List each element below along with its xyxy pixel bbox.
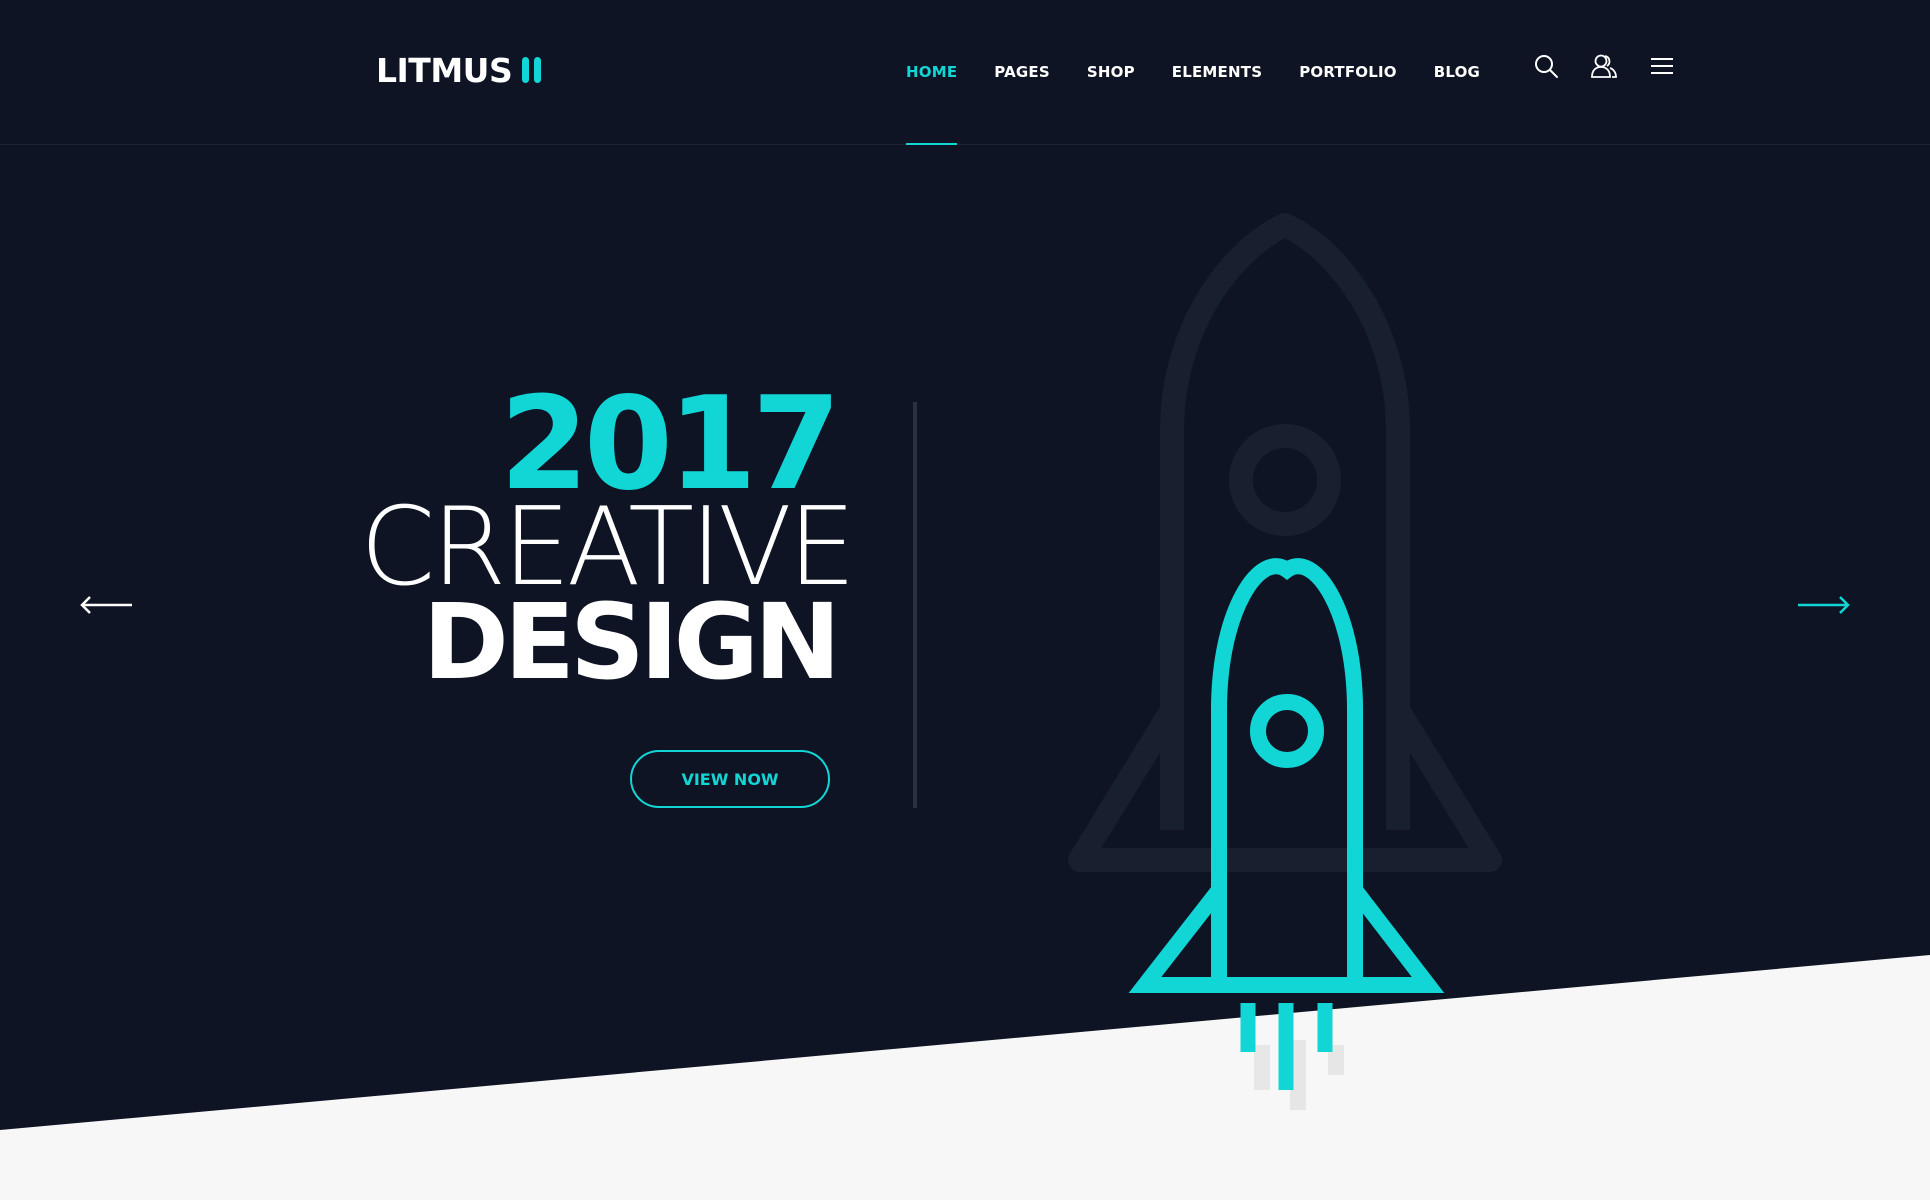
logo[interactable]: LITMUS (376, 50, 542, 90)
site-header: LITMUS HOME PAGES SHOP ELEMENTS PORTFOLI… (0, 0, 1930, 145)
rocket-illustration (1068, 213, 1502, 1110)
search-icon[interactable] (1532, 52, 1560, 80)
nav-item-elements[interactable]: ELEMENTS (1172, 0, 1262, 144)
nav-item-blog[interactable]: BLOG (1434, 0, 1480, 144)
view-now-button[interactable]: VIEW NOW (630, 750, 830, 808)
user-icon[interactable] (1590, 52, 1618, 80)
page: LITMUS HOME PAGES SHOP ELEMENTS PORTFOLI… (0, 0, 1930, 1200)
menu-icon[interactable] (1648, 52, 1676, 80)
light-diagonal-section (0, 955, 1930, 1200)
arrow-left-icon[interactable] (78, 592, 134, 618)
hero-heading: 2017 CREATIVE DESIGN (360, 370, 856, 703)
main-nav: HOME PAGES SHOP ELEMENTS PORTFOLIO BLOG (906, 0, 1517, 145)
nav-item-home[interactable]: HOME (906, 0, 958, 145)
hero-title-bold: DESIGN (422, 581, 841, 703)
logo-text: LITMUS (376, 50, 513, 90)
nav-item-shop[interactable]: SHOP (1087, 0, 1135, 144)
logo-mark-icon (522, 57, 542, 83)
hero-year: 2017 (499, 370, 841, 519)
header-icons (1532, 52, 1676, 80)
nav-item-portfolio[interactable]: PORTFOLIO (1299, 0, 1397, 144)
arrow-right-icon[interactable] (1796, 592, 1852, 618)
vertical-divider (913, 402, 917, 808)
nav-item-pages[interactable]: PAGES (994, 0, 1050, 144)
